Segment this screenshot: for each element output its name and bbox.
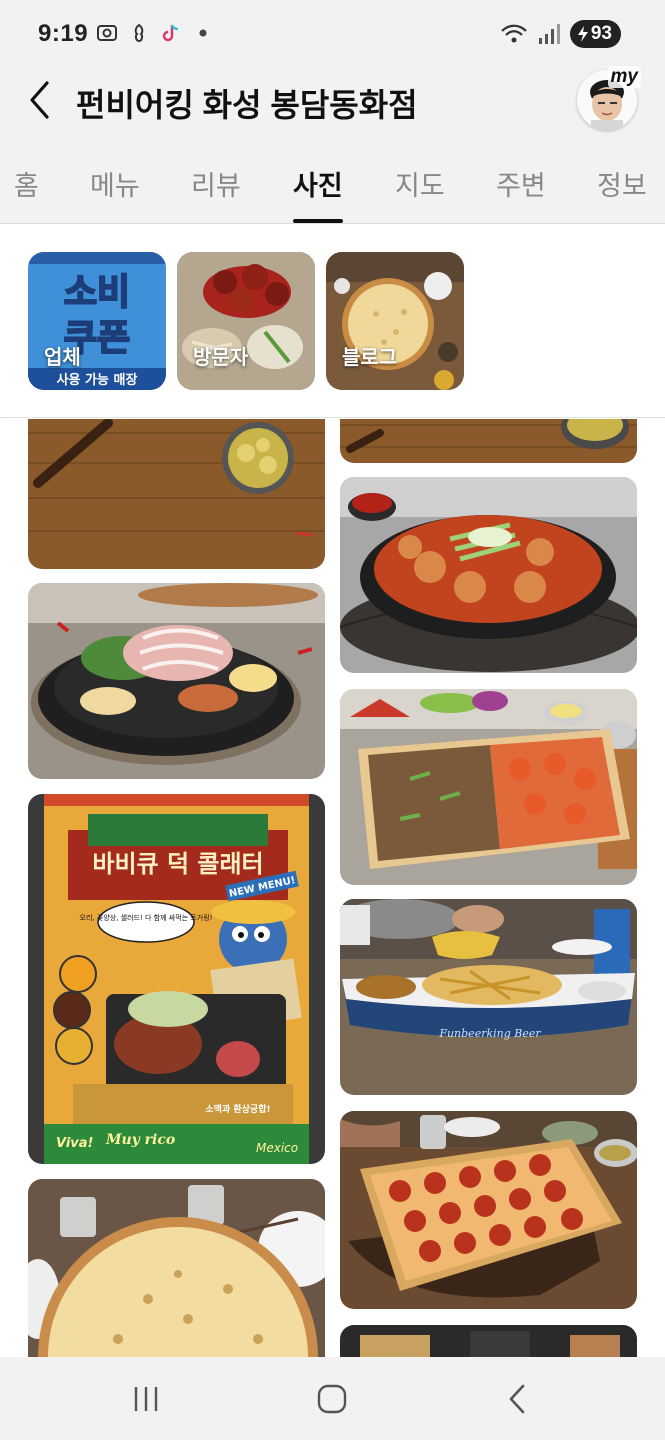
- battery-indicator: 93: [569, 20, 621, 48]
- photo-grid: 바비큐 덕 콜래터 NEW MENU! 오리, 꽃양상, 샐러드! 다 함께 싸…: [0, 419, 665, 1357]
- status-icons-left: [96, 22, 214, 44]
- photo-item[interactable]: [28, 1179, 325, 1357]
- dot-icon: [199, 29, 207, 37]
- photo-table-pickles: [28, 419, 325, 569]
- photo-pepperoni-pizza: [340, 1111, 637, 1309]
- photo-item[interactable]: Funbeerking Beer: [340, 899, 637, 1095]
- coupon-footer: 사용 가능 매장: [57, 372, 138, 388]
- chip-blog[interactable]: 블로그: [326, 252, 464, 390]
- tab-home[interactable]: 홈: [14, 164, 39, 203]
- photo-spicy-chicken: [340, 477, 637, 673]
- home-button[interactable]: [310, 1377, 354, 1421]
- battery-level: 93: [590, 23, 612, 44]
- photo-item[interactable]: [340, 477, 637, 673]
- active-tab-indicator: [293, 219, 343, 223]
- system-nav-bar: [0, 1357, 665, 1440]
- page-title: 펀비어킹 화성 봉담동화점: [76, 87, 418, 123]
- back-button[interactable]: [20, 80, 60, 120]
- photo-fries-boat: Funbeerking Beer: [340, 899, 637, 1095]
- photo-menu-poster: 바비큐 덕 콜래터 NEW MENU! 오리, 꽃양상, 샐러드! 다 함께 싸…: [28, 794, 325, 1164]
- home-icon: [317, 1384, 347, 1414]
- photo-bbq-pan: [28, 583, 325, 779]
- coupon-line1: 소비: [64, 272, 130, 313]
- recents-icon: [134, 1387, 158, 1411]
- photo-item[interactable]: [28, 419, 325, 569]
- back-nav-button[interactable]: [496, 1377, 540, 1421]
- photo-item[interactable]: [28, 583, 325, 779]
- avatar-badge: my: [607, 66, 641, 88]
- wifi-icon: [501, 24, 527, 43]
- chip-label: 업체: [44, 347, 81, 369]
- photo-filter-chips: 소비 쿠폰 사용 가능 매장 업체 방문자 블로그: [0, 224, 665, 418]
- photo-item[interactable]: 바비큐 덕 콜래터 NEW MENU! 오리, 꽃양상, 샐러드! 다 함께 싸…: [28, 794, 325, 1164]
- tiktok-icon: [162, 24, 179, 42]
- poster-sticker: 소맥과 환상궁합!: [205, 1103, 270, 1115]
- photo-item[interactable]: [340, 419, 637, 463]
- photo-sign-partial: [340, 1325, 637, 1357]
- app-header: 펀비어킹 화성 봉담동화점 my: [0, 62, 665, 146]
- tab-menu[interactable]: 메뉴: [90, 164, 140, 203]
- chevron-left-icon: [30, 81, 49, 119]
- photo-item[interactable]: [340, 1325, 637, 1357]
- tab-bar: 홈 메뉴 리뷰 사진 지도 주변 정보: [0, 146, 665, 224]
- tab-reviews[interactable]: 리뷰: [191, 164, 241, 203]
- photo-table-top: [340, 419, 637, 463]
- poster-mexico: Mexico: [256, 1141, 298, 1155]
- tab-info[interactable]: 정보: [597, 164, 647, 203]
- poster-bubble: 오리, 꽃양상, 샐러드! 다 함께 싸먹는 토거링!: [80, 913, 213, 922]
- back-icon: [509, 1384, 525, 1414]
- photo-item[interactable]: [340, 689, 637, 885]
- battery-icon: [577, 26, 588, 42]
- boat-text: Funbeerking Beer: [438, 1027, 541, 1040]
- poster-title: 바비큐 덕 콜래터: [92, 850, 263, 878]
- poster-viva: Viva!: [56, 1136, 94, 1151]
- photo-item[interactable]: [340, 1111, 637, 1309]
- poster-muy-rico: Muy rico: [105, 1132, 175, 1148]
- tab-photos[interactable]: 사진: [293, 164, 343, 203]
- status-icons-right: 93: [500, 20, 621, 48]
- signal-icon: [538, 24, 560, 44]
- tab-nearby[interactable]: 주변: [496, 164, 546, 203]
- recents-button[interactable]: [124, 1377, 168, 1421]
- photo-half-half-pizza: [340, 689, 637, 885]
- notification-icon: [134, 23, 144, 43]
- status-time: 9:19: [38, 20, 89, 47]
- photo-cheese-pizza: [28, 1179, 325, 1357]
- chip-label: 블로그: [342, 347, 398, 369]
- tab-map[interactable]: 지도: [395, 164, 445, 203]
- chip-visitor[interactable]: 방문자: [177, 252, 315, 390]
- status-bar: 9:19 93: [0, 0, 665, 62]
- chip-label: 방문자: [193, 347, 249, 369]
- chip-business[interactable]: 소비 쿠폰 사용 가능 매장 업체: [28, 252, 166, 390]
- screenshot-icon: [97, 25, 117, 41]
